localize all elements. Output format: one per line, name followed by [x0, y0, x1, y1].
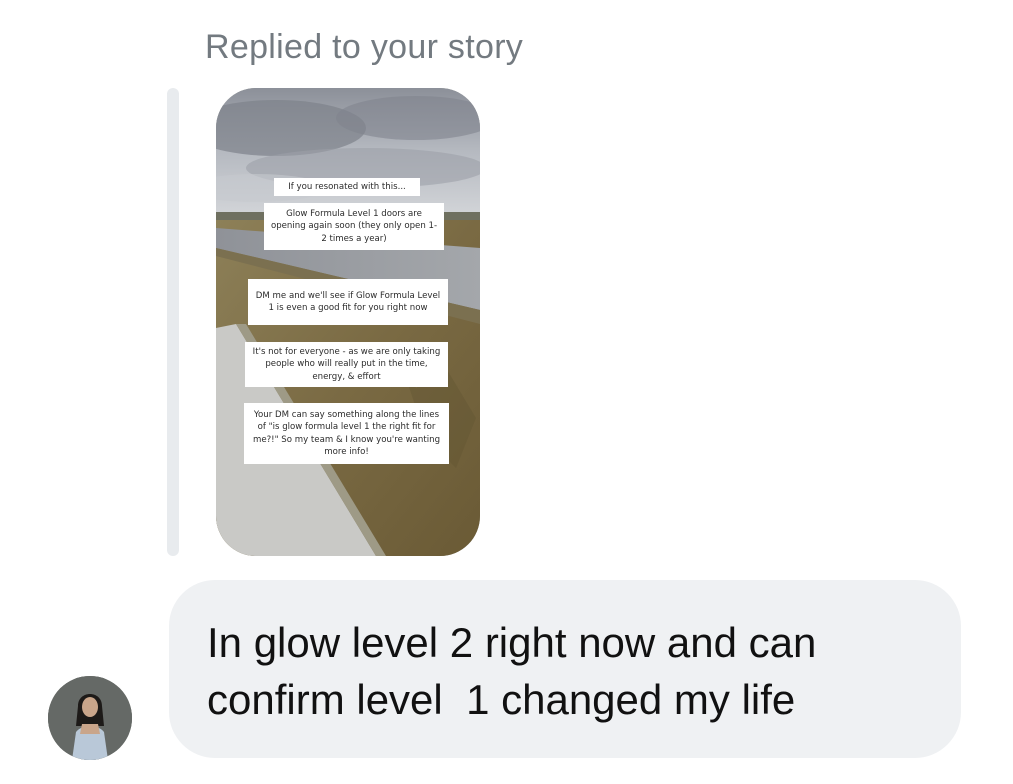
sender-avatar[interactable]	[48, 676, 132, 760]
reply-indicator-bar	[167, 88, 179, 556]
avatar-photo	[48, 676, 132, 760]
replied-to-story-label: Replied to your story	[205, 28, 524, 66]
story-text-box: It's not for everyone - as we are only t…	[245, 342, 448, 387]
message-bubble[interactable]: In glow level 2 right now and can confir…	[169, 580, 961, 758]
story-text-box: If you resonated with this...	[274, 178, 420, 196]
message-text: In glow level 2 right now and can confir…	[207, 619, 817, 723]
story-preview[interactable]: If you resonated with this... Glow Formu…	[216, 88, 480, 556]
story-text-box: DM me and we'll see if Glow Formula Leve…	[248, 279, 448, 325]
story-text-box: Glow Formula Level 1 doors are opening a…	[264, 203, 444, 250]
story-text-box: Your DM can say something along the line…	[244, 403, 449, 464]
